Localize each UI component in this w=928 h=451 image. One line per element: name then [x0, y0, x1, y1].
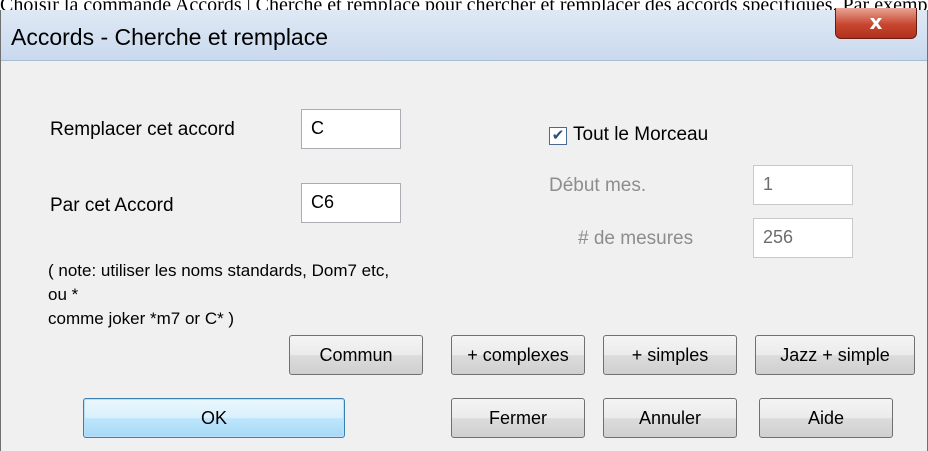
more-complex-button[interactable]: + complexes	[451, 335, 585, 375]
replace-chord-label: Remplacer cet accord	[50, 119, 235, 140]
title-bar: Accords - Cherche et remplace x	[1, 8, 927, 61]
close-icon[interactable]: x	[835, 8, 917, 39]
common-button[interactable]: Commun	[289, 335, 423, 375]
start-bar-label: Début mes.	[549, 175, 647, 196]
close-button[interactable]: Fermer	[451, 398, 585, 438]
chord-find-replace-dialog: Accords - Cherche et remplace x Remplace…	[0, 8, 928, 451]
more-simple-button[interactable]: + simples	[603, 335, 737, 375]
bars-count-label: # de mesures	[578, 228, 694, 249]
start-bar-input[interactable]: 1	[753, 165, 853, 205]
with-chord-input[interactable]: C6	[301, 183, 401, 223]
note-line-1: ( note: utiliser les noms standards, Dom…	[48, 261, 390, 304]
whole-song-label[interactable]: Tout le Morceau	[573, 124, 708, 146]
note-line-2: comme joker *m7 or C* )	[48, 309, 235, 328]
jazz-simple-button[interactable]: Jazz + simple	[755, 335, 915, 375]
bars-count-input[interactable]: 256	[753, 218, 853, 258]
replace-chord-input[interactable]: C	[301, 109, 401, 149]
dialog-title: Accords - Cherche et remplace	[11, 24, 329, 50]
with-chord-label: Par cet Accord	[50, 195, 174, 216]
help-button[interactable]: Aide	[759, 398, 893, 438]
cancel-button[interactable]: Annuler	[603, 398, 737, 438]
dialog-body: Remplacer cet accord C Par cet Accord C6…	[1, 61, 927, 451]
wildcard-note: ( note: utiliser les noms standards, Dom…	[48, 259, 408, 331]
ok-button[interactable]: OK	[83, 398, 345, 438]
whole-song-checkbox[interactable]: ✔	[549, 127, 567, 145]
